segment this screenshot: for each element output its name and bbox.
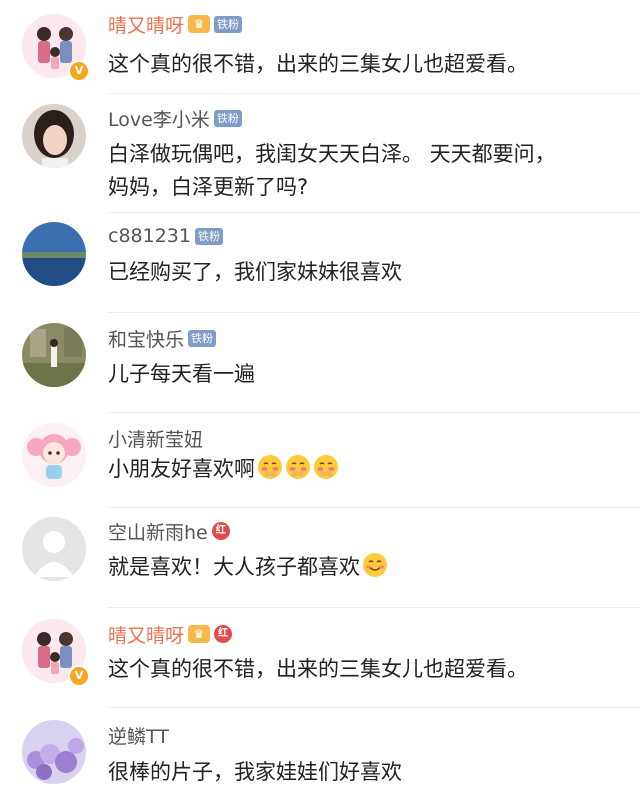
comment-text: 就是喜欢！大人孩子都喜欢 [108, 551, 618, 584]
comment-text: 这个真的很不错，出来的三集女儿也超爱看。 [108, 657, 528, 681]
commenter-name[interactable]: 晴又晴呀 [108, 621, 184, 648]
purple-flowers-icon [22, 720, 86, 784]
commenter-name[interactable]: 逆鳞TT [108, 722, 169, 749]
fan-badge: 铁粉 [214, 15, 243, 33]
commenter-name[interactable]: 小清新莹妞 [108, 425, 203, 452]
comment-text-main: 小朋友好喜欢啊 [108, 457, 255, 481]
crown-badge-icon: ♛ [188, 15, 211, 33]
fan-badge: 铁粉 [213, 109, 242, 127]
outdoor-photo-icon [22, 323, 86, 387]
shy-face-icon [314, 455, 338, 479]
comment-item: 空山新雨he 红 就是喜欢！大人孩子都喜欢 [0, 508, 640, 608]
girl-photo-icon [22, 104, 86, 168]
commenter-name[interactable]: 空山新雨he [108, 518, 208, 545]
avatar[interactable] [22, 323, 86, 387]
comment-text: 已经购买了，我们家妹妹很喜欢 [108, 260, 402, 284]
shy-face-icon [258, 455, 282, 479]
comment-item: c881231 铁粉 已经购买了，我们家妹妹很喜欢 [0, 213, 640, 313]
avatar[interactable] [22, 720, 86, 784]
comment-text: 儿子每天看一遍 [108, 362, 255, 386]
red-badge-icon: 红 [211, 522, 230, 540]
avatar[interactable] [22, 104, 86, 168]
comment-item: V 晴又晴呀 ♛ 铁粉 这个真的很不错，出来的三集女儿也超爱看。 [0, 0, 640, 100]
red-badge-icon: 红 [214, 625, 233, 643]
comment-item: 和宝快乐 铁粉 儿子每天看一遍 [0, 313, 640, 413]
verified-badge-icon: V [68, 60, 90, 82]
comment-list: V 晴又晴呀 ♛ 铁粉 这个真的很不错，出来的三集女儿也超爱看。 Love李小米… [0, 0, 640, 803]
pink-cartoon-girl-icon [22, 423, 86, 487]
comment-text-main: 就是喜欢！大人孩子都喜欢 [108, 555, 360, 579]
avatar[interactable] [22, 517, 86, 581]
comment-text: 白泽做玩偶吧，我闺女天天白泽。 天天都要问， 妈妈，白泽更新了吗? [108, 138, 618, 204]
comment-text: 很棒的片子，我家娃娃们好喜欢 [108, 760, 402, 784]
comment-text: 小朋友好喜欢啊 [108, 453, 618, 486]
commenter-name[interactable]: 和宝快乐 [108, 325, 184, 352]
divider [108, 93, 640, 94]
comment-text: 这个真的很不错，出来的三集女儿也超爱看。 [108, 52, 528, 76]
comment-item: 逆鳞TT 很棒的片子，我家娃娃们好喜欢 [0, 708, 640, 803]
default-person-icon [22, 517, 86, 581]
fan-badge: 铁粉 [194, 227, 223, 245]
commenter-name[interactable]: c881231 [108, 225, 191, 247]
avatar[interactable] [22, 222, 86, 286]
shy-face-icon [286, 455, 310, 479]
fan-badge: 铁粉 [188, 329, 217, 347]
commenter-name[interactable]: Love李小米 [108, 105, 210, 132]
smile-face-icon [363, 553, 387, 577]
comment-text-line: 白泽做玩偶吧，我闺女天天白泽。 天天都要问， [108, 142, 556, 166]
verified-badge-icon: V [68, 665, 90, 687]
comment-item: V 晴又晴呀 ♛ 红 这个真的很不错，出来的三集女儿也超爱看。 [0, 608, 640, 708]
comment-item: Love李小米 铁粉 白泽做玩偶吧，我闺女天天白泽。 天天都要问， 妈妈，白泽更… [0, 95, 640, 210]
comment-text-line: 妈妈，白泽更新了吗? [108, 175, 309, 199]
crown-badge-icon: ♛ [188, 625, 211, 643]
avatar[interactable] [22, 423, 86, 487]
lake-photo-icon [22, 222, 86, 286]
commenter-name[interactable]: 晴又晴呀 [108, 11, 184, 38]
comment-item: 小清新莹妞 小朋友好喜欢啊 [0, 413, 640, 513]
